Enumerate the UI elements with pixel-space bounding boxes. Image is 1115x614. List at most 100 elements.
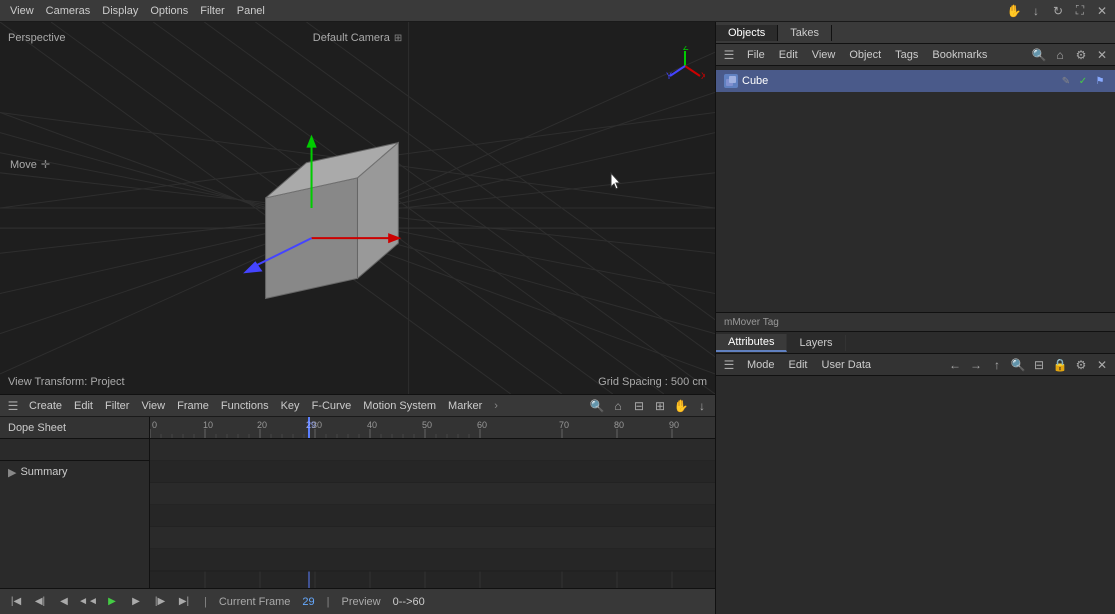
preview-label: Preview	[342, 596, 381, 608]
transport-play-btn[interactable]: ▶	[104, 594, 120, 610]
menu-display[interactable]: Display	[96, 3, 144, 19]
top-toolbar-right: ✋ ↓ ↻ ⛶ ✕	[1005, 2, 1111, 20]
timeline-content: Dope Sheet ▶ Summary	[0, 417, 715, 588]
tab-objects[interactable]: Objects	[716, 25, 778, 41]
timeline-menu-filter[interactable]: Filter	[100, 399, 134, 413]
viewport-grid	[0, 22, 715, 394]
move-tool-label: Move ✛	[10, 158, 50, 171]
object-flag-icon[interactable]: ⚑	[1093, 76, 1107, 87]
svg-text:20: 20	[257, 420, 267, 430]
attr-tabs: Attributes Layers	[716, 332, 1115, 354]
panel-menu-icon[interactable]: ☰	[720, 46, 738, 64]
timeline-menu-edit[interactable]: Edit	[69, 399, 98, 413]
timeline-menu-more[interactable]: ›	[489, 399, 503, 413]
timeline-toolbar-right: 🔍 ⌂ ⊟ ⊞ ✋ ↓	[588, 397, 711, 415]
timeline-keyframe-icon[interactable]: ⊞	[651, 397, 669, 415]
attr-menu-mode[interactable]: Mode	[742, 358, 780, 372]
timeline-arrow-icon[interactable]: ↓	[693, 397, 711, 415]
panel-home-icon[interactable]: ⌂	[1051, 46, 1069, 64]
transport-last-btn[interactable]: ▶|	[176, 594, 192, 610]
viewport-status-right: Grid Spacing : 500 cm	[598, 376, 707, 388]
panel-search-icon[interactable]: 🔍	[1030, 46, 1048, 64]
panel-menu-view[interactable]: View	[807, 48, 841, 62]
object-edit-icon[interactable]: ✎	[1059, 76, 1073, 87]
transport-play-rev-btn[interactable]: ◄◄	[80, 594, 96, 610]
panel-menu-bookmarks[interactable]: Bookmarks	[927, 48, 992, 62]
svg-text:90: 90	[669, 420, 679, 430]
timeline-area: ☰ Create Edit Filter View Frame Function…	[0, 394, 715, 614]
panel-close-icon[interactable]: ✕	[1093, 46, 1111, 64]
attr-menu-edit[interactable]: Edit	[784, 358, 813, 372]
timeline-summary-item[interactable]: ▶ Summary	[0, 461, 149, 483]
cube-object-name: Cube	[742, 75, 768, 87]
object-cube-item[interactable]: Cube ✎ ✓ ⚑	[716, 70, 1115, 92]
timeline-menu-key[interactable]: Key	[276, 399, 305, 413]
attr-search-icon[interactable]: 🔍	[1009, 356, 1027, 374]
panel-toolbar: ☰ File Edit View Object Tags Bookmarks 🔍…	[716, 44, 1115, 66]
timeline-menu-view[interactable]: View	[136, 399, 170, 413]
rotate-icon[interactable]: ↻	[1049, 2, 1067, 20]
timeline-home-icon[interactable]: ⌂	[609, 397, 627, 415]
transport-next-btn[interactable]: ▶	[128, 594, 144, 610]
attr-close-icon[interactable]: ✕	[1093, 356, 1111, 374]
transport-next-key-btn[interactable]: |▶	[152, 594, 168, 610]
panel-settings-icon[interactable]: ⚙	[1072, 46, 1090, 64]
timeline-menu-fcurve[interactable]: F-Curve	[307, 399, 357, 413]
panel-menu-file[interactable]: File	[742, 48, 770, 62]
current-frame-label: Current Frame	[219, 596, 291, 608]
timeline-menu-create[interactable]: Create	[24, 399, 67, 413]
timeline-hand-icon[interactable]: ✋	[672, 397, 690, 415]
panel-menu-edit[interactable]: Edit	[774, 48, 803, 62]
fullscreen-icon[interactable]: ⛶	[1071, 2, 1089, 20]
tab-attributes[interactable]: Attributes	[716, 334, 787, 352]
svg-text:60: 60	[477, 420, 487, 430]
right-panel: Objects Takes ☰ File Edit View Object Ta…	[715, 22, 1115, 614]
transport-prev-btn[interactable]: ◀	[56, 594, 72, 610]
tab-layers[interactable]: Layers	[787, 335, 845, 351]
tab-takes[interactable]: Takes	[778, 25, 832, 41]
svg-text:70: 70	[559, 420, 569, 430]
attr-filter-icon[interactable]: ⊟	[1030, 356, 1048, 374]
attr-back-icon[interactable]: ←	[946, 356, 964, 374]
svg-text:80: 80	[614, 420, 624, 430]
timeline-menu-marker[interactable]: Marker	[443, 399, 487, 413]
object-visible-icon[interactable]: ✓	[1076, 76, 1090, 87]
timeline-filter-icon[interactable]: ⊟	[630, 397, 648, 415]
attr-toolbar: ☰ Mode Edit User Data ← → ↑ 🔍 ⊟ 🔒 ⚙ ✕	[716, 354, 1115, 376]
attr-up-icon[interactable]: ↑	[988, 356, 1006, 374]
panel-menu-tags[interactable]: Tags	[890, 48, 923, 62]
attr-menu-userdata[interactable]: User Data	[817, 358, 877, 372]
hand-tool-icon[interactable]: ✋	[1005, 2, 1023, 20]
timeline-menu-icon[interactable]: ☰	[4, 397, 22, 415]
timeline-track-area[interactable]: 0 10 20 29 30	[150, 417, 715, 588]
panel-menu-object[interactable]: Object	[844, 48, 886, 62]
timeline-menu-frame[interactable]: Frame	[172, 399, 214, 413]
transport-first-btn[interactable]: |◀	[8, 594, 24, 610]
close-icon[interactable]: ✕	[1093, 2, 1111, 20]
viewport-3d[interactable]: Perspective Default Camera ⊞ Move ✛ Z X …	[0, 22, 715, 394]
menu-view[interactable]: View	[4, 3, 40, 19]
timeline-menu-motionsys[interactable]: Motion System	[358, 399, 441, 413]
menu-options[interactable]: Options	[144, 3, 194, 19]
menu-cameras[interactable]: Cameras	[40, 3, 97, 19]
timeline-menu-functions[interactable]: Functions	[216, 399, 274, 413]
panel-top-tabs: Objects Takes	[716, 22, 1115, 44]
menu-filter[interactable]: Filter	[194, 3, 230, 19]
object-list[interactable]: Cube ✎ ✓ ⚑	[716, 66, 1115, 312]
arrow-down-icon[interactable]: ↓	[1027, 2, 1045, 20]
timeline-ruler: 0 10 20 29 30	[150, 417, 715, 439]
transport-prev-key-btn[interactable]: ◀|	[32, 594, 48, 610]
svg-text:10: 10	[203, 420, 213, 430]
timeline-menubar: ☰ Create Edit Filter View Frame Function…	[0, 395, 715, 417]
timeline-bottom-bar: |◀ ◀| ◀ ◄◄ ▶ ▶ |▶ ▶| | Current Frame 29 …	[0, 588, 715, 614]
cube-object-icon	[724, 74, 738, 88]
folder-icon: ▶	[8, 466, 16, 479]
attr-menu-icon[interactable]: ☰	[720, 356, 738, 374]
attr-lock-icon[interactable]: 🔒	[1051, 356, 1069, 374]
attr-settings-icon[interactable]: ⚙	[1072, 356, 1090, 374]
menu-panel[interactable]: Panel	[231, 3, 271, 19]
attr-forward-icon[interactable]: →	[967, 356, 985, 374]
timeline-search-icon[interactable]: 🔍	[588, 397, 606, 415]
current-frame-value: 29	[302, 596, 314, 608]
timeline-tracks[interactable]	[150, 439, 715, 588]
